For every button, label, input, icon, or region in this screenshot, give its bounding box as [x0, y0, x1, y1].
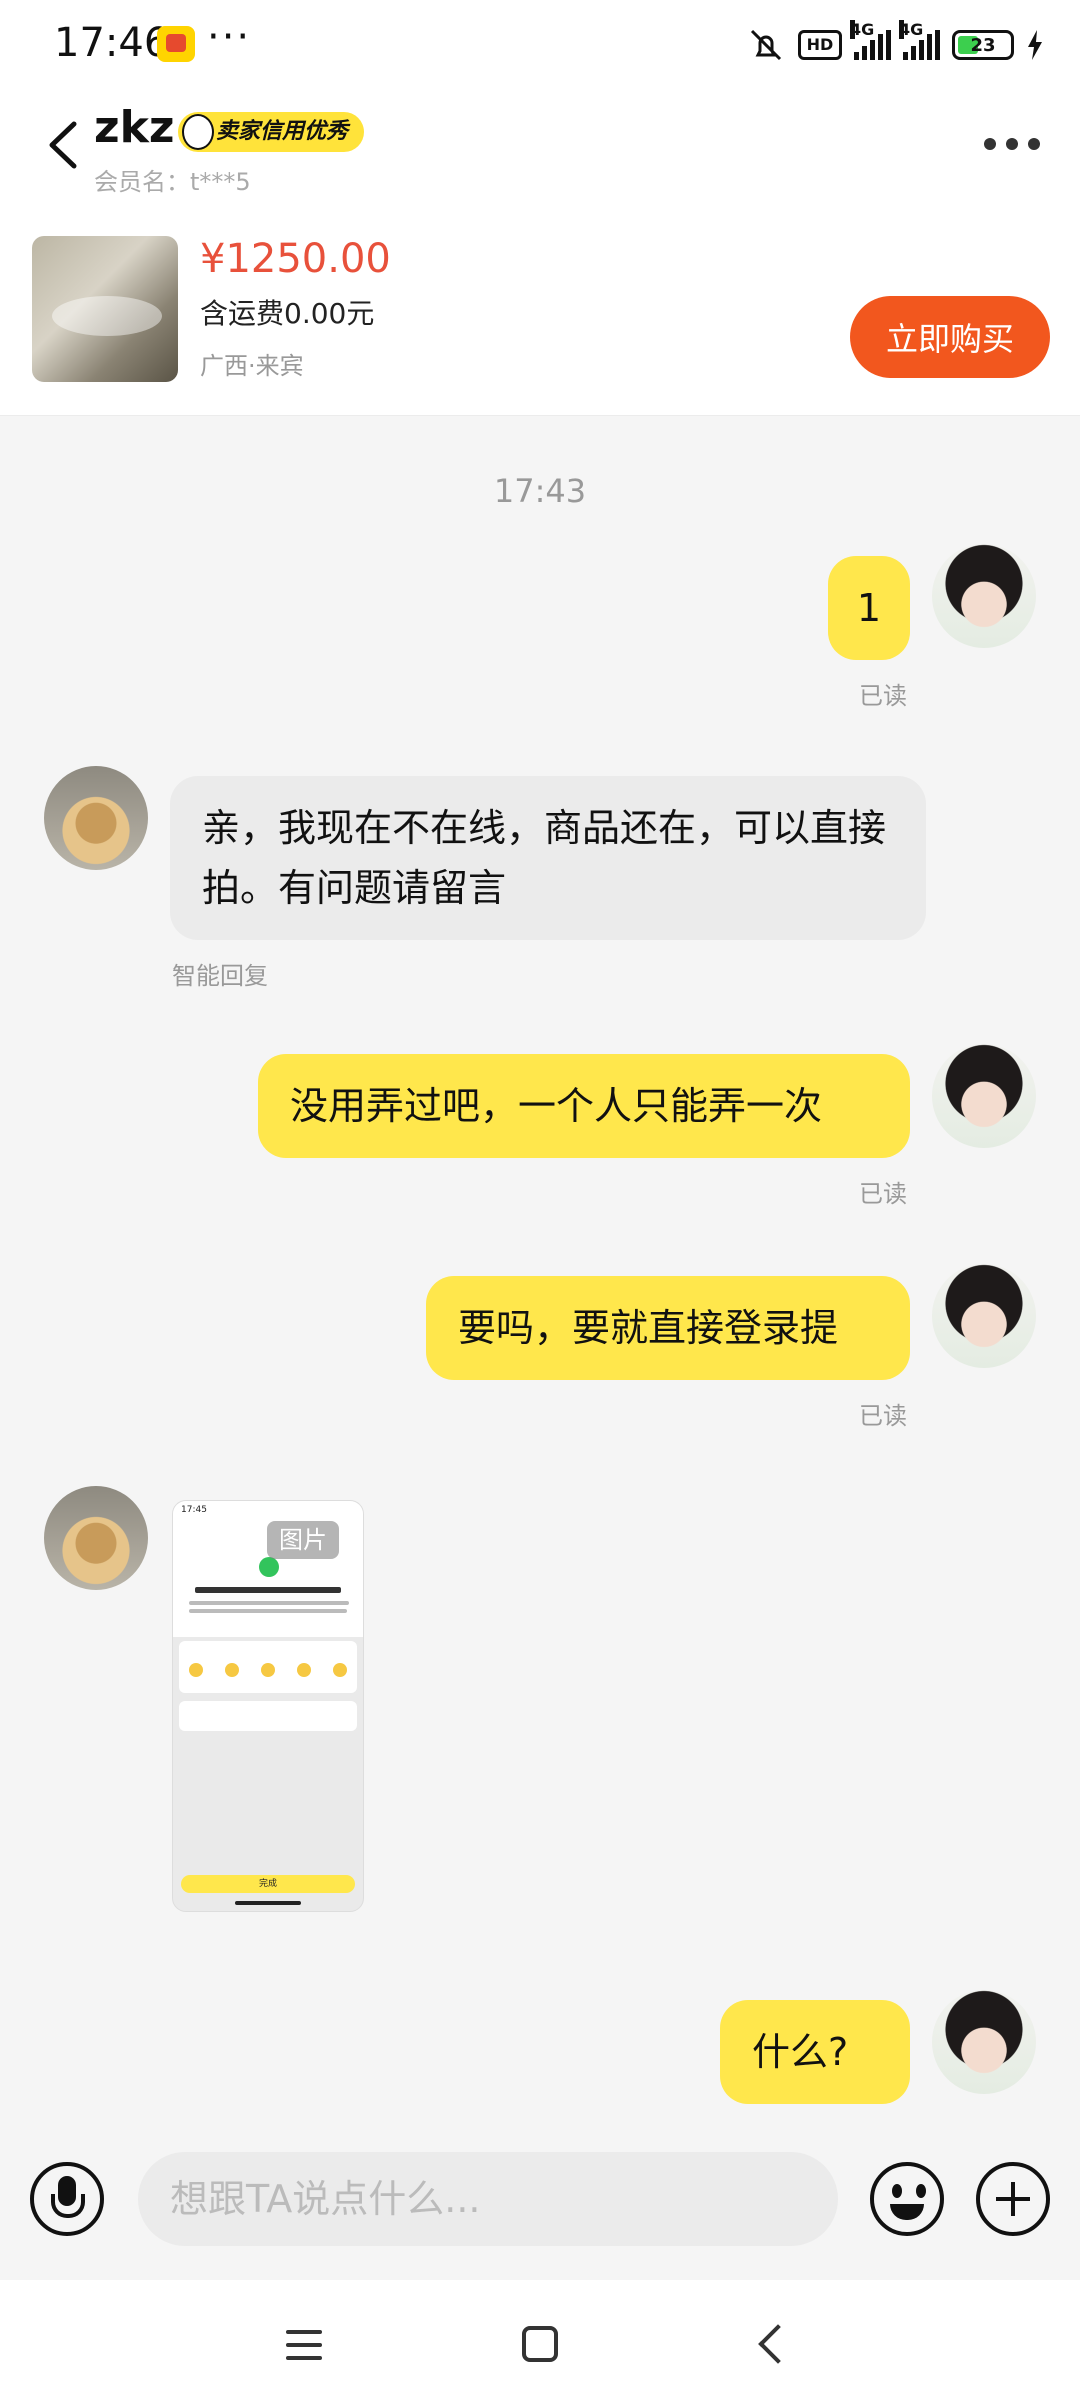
image-survey-card	[179, 1641, 357, 1693]
network-label-2: 4G	[899, 20, 924, 39]
product-location: 广西·来宾	[200, 352, 304, 380]
battery-level: 23	[970, 34, 996, 56]
status-bar: 17:46 ··· HD 4G 4G 23	[0, 0, 1080, 90]
user-avatar[interactable]	[932, 1264, 1036, 1368]
smart-reply-label: 智能回复	[172, 962, 268, 990]
product-card[interactable]: ¥1250.00 含运费0.00元 广西·来宾 立即购买	[0, 200, 1080, 416]
user-avatar[interactable]	[932, 1990, 1036, 2094]
status-time: 17:46	[54, 20, 170, 66]
image-review-card	[179, 1701, 357, 1731]
message-input-bar	[0, 2130, 1080, 2280]
chevron-left-icon[interactable]	[44, 120, 84, 170]
message-bubble-sent[interactable]: 要吗，要就直接登录提	[426, 1276, 910, 1380]
message-bubble-sent[interactable]: 什么?	[720, 2000, 910, 2104]
message-bubble-sent[interactable]: 没用弄过吧，一个人只能弄一次	[258, 1054, 910, 1158]
seller-avatar[interactable]	[44, 766, 148, 870]
buy-now-button[interactable]: 立即购买	[850, 296, 1050, 378]
seller-name[interactable]: zkz	[94, 102, 174, 153]
user-avatar[interactable]	[932, 1044, 1036, 1148]
menu-icon[interactable]	[286, 2330, 322, 2360]
product-price: ¥1250.00	[200, 236, 391, 282]
more-horizontal-icon[interactable]	[984, 138, 1040, 152]
back-icon[interactable]	[758, 2324, 798, 2364]
system-nav-bar	[0, 2280, 1080, 2400]
status-indicators: HD 4G 4G 23	[746, 20, 1044, 68]
message-bubble-received[interactable]: 亲，我现在不在线，商品还在，可以直接拍。有问题请留言	[170, 776, 926, 940]
member-name: 会员名：t***5	[94, 168, 251, 196]
image-text-line	[189, 1609, 347, 1613]
app-notification-icon	[157, 26, 195, 62]
image-home-indicator	[235, 1901, 301, 1905]
emoji-icon[interactable]	[870, 2162, 944, 2236]
mascot-icon	[182, 114, 214, 150]
image-text-line	[189, 1601, 349, 1605]
network-label: 4G	[850, 20, 875, 39]
message-image[interactable]: 17:45 图片 完成	[172, 1500, 364, 1912]
image-tag: 图片	[267, 1521, 339, 1559]
charging-icon	[1028, 30, 1042, 60]
home-icon[interactable]	[522, 2326, 558, 2362]
hd-badge: HD	[798, 30, 842, 60]
read-receipt: 已读	[859, 1402, 907, 1430]
plus-icon[interactable]	[976, 2162, 1050, 2236]
signal-icon-2: 4G	[899, 20, 940, 60]
mute-icon	[750, 29, 782, 61]
chat-header: zkz 卖家信用优秀 会员名：t***5	[0, 90, 1080, 200]
microphone-icon[interactable]	[30, 2162, 104, 2236]
image-done-button: 完成	[181, 1875, 355, 1893]
image-time: 17:45	[181, 1505, 207, 1515]
check-icon	[259, 1557, 279, 1577]
signal-icon: 4G	[850, 20, 891, 60]
message-bubble-sent[interactable]: 1	[828, 556, 910, 660]
chat-timestamp: 17:43	[493, 472, 587, 510]
credit-badge-label: 卖家信用优秀	[216, 119, 349, 144]
shipping-info: 含运费0.00元	[200, 297, 375, 330]
more-notifications-icon: ···	[207, 14, 252, 60]
message-input[interactable]	[138, 2152, 838, 2246]
product-thumbnail[interactable]	[32, 236, 178, 382]
read-receipt: 已读	[859, 682, 907, 710]
credit-badge: 卖家信用优秀	[178, 112, 365, 152]
battery-icon: 23	[952, 30, 1014, 60]
user-avatar[interactable]	[932, 544, 1036, 648]
seller-avatar[interactable]	[44, 1486, 148, 1590]
image-title-line	[195, 1587, 341, 1593]
read-receipt: 已读	[859, 1180, 907, 1208]
